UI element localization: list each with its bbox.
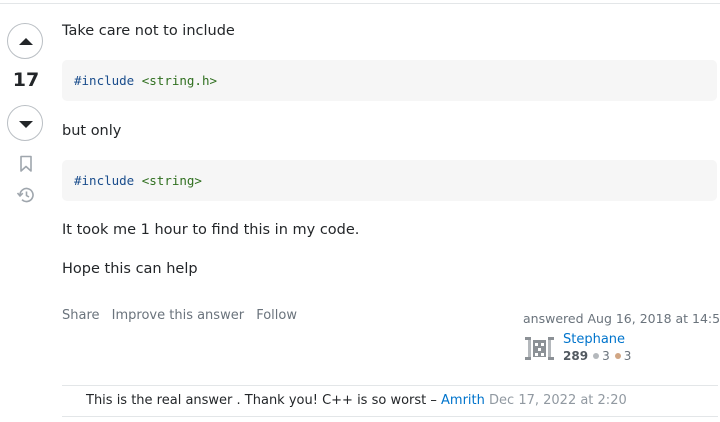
post-menu: Share Improve this answer Follow <box>62 308 305 323</box>
bronze-badge-count: 3 <box>623 349 632 363</box>
comment: This is the real answer . Thank you! C++… <box>86 393 627 408</box>
post-paragraph: It took me 1 hour to find this in my cod… <box>62 222 360 238</box>
code-block: #include <string> <box>62 160 717 201</box>
comment-date[interactable]: Dec 17, 2022 at 2:20 <box>489 393 627 408</box>
bookmark-icon[interactable] <box>18 155 34 177</box>
code-keyword: #include <box>74 173 135 188</box>
code-block: #include <string.h> <box>62 60 717 101</box>
downvote-button[interactable] <box>7 105 43 141</box>
code-header: <string.h> <box>141 73 218 88</box>
silver-badge-count: 3 <box>602 349 610 363</box>
vote-count: 17 <box>12 69 40 91</box>
comment-divider <box>62 416 718 417</box>
comment-text: This is the real answer . Thank you! C++… <box>86 393 437 408</box>
comment-divider <box>62 385 718 386</box>
post-paragraph: Hope this can help <box>62 261 198 277</box>
user-stats: 289 3 3 <box>563 349 631 363</box>
silver-badge-icon <box>593 353 600 359</box>
reputation-score: 289 <box>563 349 589 363</box>
code-keyword: #include <box>74 73 135 88</box>
top-divider <box>0 3 720 4</box>
comment-user-link[interactable]: Amrith <box>441 393 485 408</box>
post-paragraph: but only <box>62 123 122 139</box>
code-header: <string> <box>141 173 202 188</box>
upvote-button[interactable] <box>7 23 43 59</box>
user-name-link[interactable]: Stephane <box>563 332 625 347</box>
answered-timestamp: answered Aug 16, 2018 at 14:50 <box>523 311 720 326</box>
history-icon[interactable] <box>16 185 36 209</box>
improve-answer-link[interactable]: Improve this answer <box>112 308 244 323</box>
bronze-badge-icon <box>614 353 621 359</box>
share-link[interactable]: Share <box>62 308 100 323</box>
follow-link[interactable]: Follow <box>256 308 297 323</box>
avatar[interactable] <box>523 332 556 365</box>
post-paragraph: Take care not to include <box>62 23 235 39</box>
